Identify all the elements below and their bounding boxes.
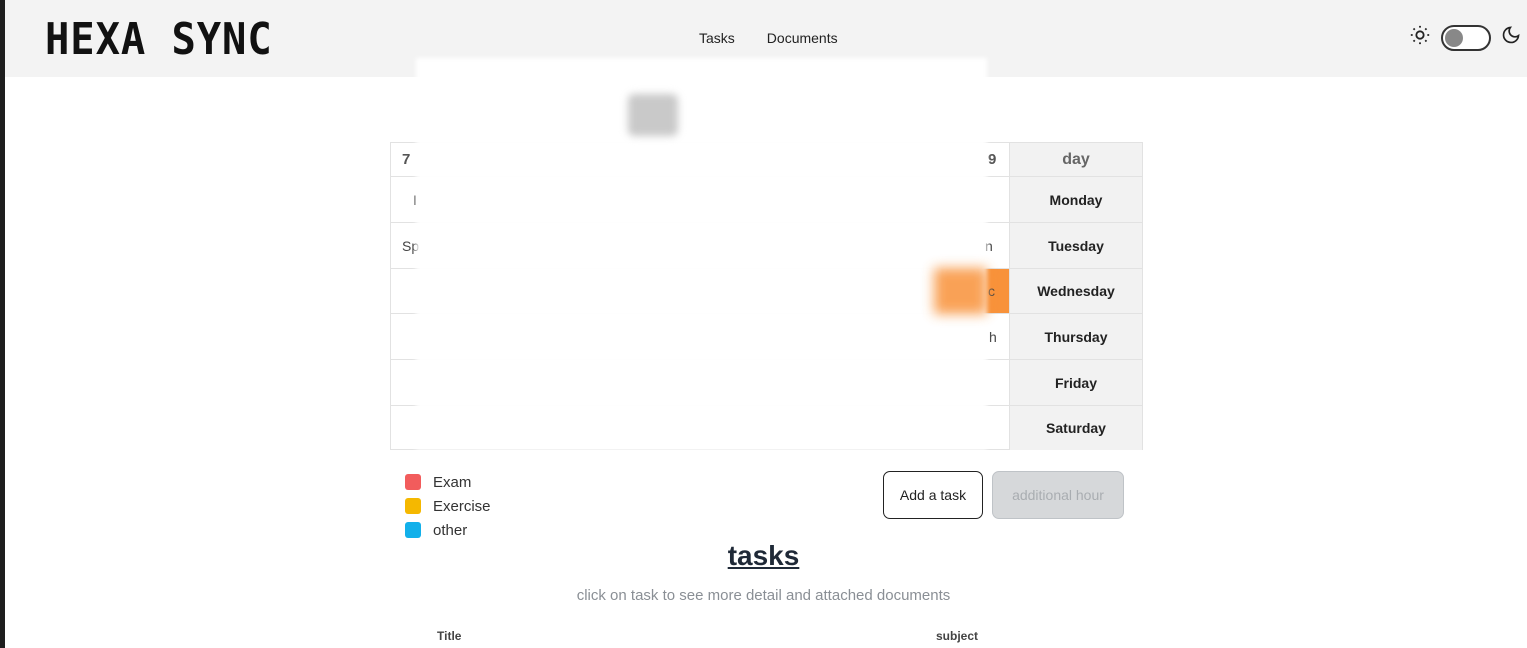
theme-switcher: [1409, 24, 1521, 51]
legend-item-exam: Exam: [405, 470, 491, 494]
timetable-cell[interactable]: Sp: [391, 223, 419, 268]
sun-icon: [1409, 24, 1431, 51]
tasks-column-subject[interactable]: subject: [936, 629, 978, 643]
legend-swatch-other: [405, 522, 421, 538]
task-legend: Exam Exercise other: [405, 470, 491, 542]
day-label: Monday: [1009, 177, 1142, 222]
legend-item-exercise: Exercise: [405, 494, 491, 518]
blurred-region: [416, 58, 987, 450]
legend-swatch-exam: [405, 474, 421, 490]
hour-header-start: 7: [402, 151, 411, 168]
nav-documents-link[interactable]: Documents: [767, 30, 838, 46]
legend-swatch-exercise: [405, 498, 421, 514]
hour-header-end: 9: [988, 151, 997, 168]
legend-item-other: other: [405, 518, 491, 542]
blurred-element: [628, 94, 678, 136]
legend-label: Exam: [433, 473, 472, 491]
nav-tasks-link[interactable]: Tasks: [699, 30, 735, 46]
day-label: Wednesday: [1009, 269, 1142, 313]
toggle-knob: [1445, 28, 1463, 47]
timetable-cell[interactable]: I: [391, 177, 417, 222]
legend-label: other: [433, 521, 468, 539]
day-label: Saturday: [1009, 406, 1142, 450]
tasks-heading: tasks: [727, 540, 800, 571]
blurred-highlight: [934, 268, 987, 314]
theme-toggle[interactable]: [1441, 24, 1491, 51]
moon-icon: [1501, 25, 1521, 50]
app-logo[interactable]: HEXA SYNC: [45, 14, 273, 65]
main-nav: Tasks Documents: [699, 30, 838, 46]
additional-hour-button[interactable]: additional hour: [992, 471, 1124, 519]
tasks-column-title[interactable]: Title: [437, 629, 461, 643]
day-column-header: day: [1009, 143, 1142, 176]
tasks-subtitle: click on task to see more detail and att…: [576, 587, 951, 604]
add-task-button[interactable]: Add a task: [883, 471, 983, 519]
timetable-cell[interactable]: c: [988, 269, 995, 313]
day-label: Friday: [1009, 360, 1142, 405]
day-label: Thursday: [1009, 314, 1142, 359]
timetable-cell[interactable]: h: [989, 314, 997, 359]
day-label: Tuesday: [1009, 223, 1142, 268]
legend-label: Exercise: [433, 497, 491, 515]
